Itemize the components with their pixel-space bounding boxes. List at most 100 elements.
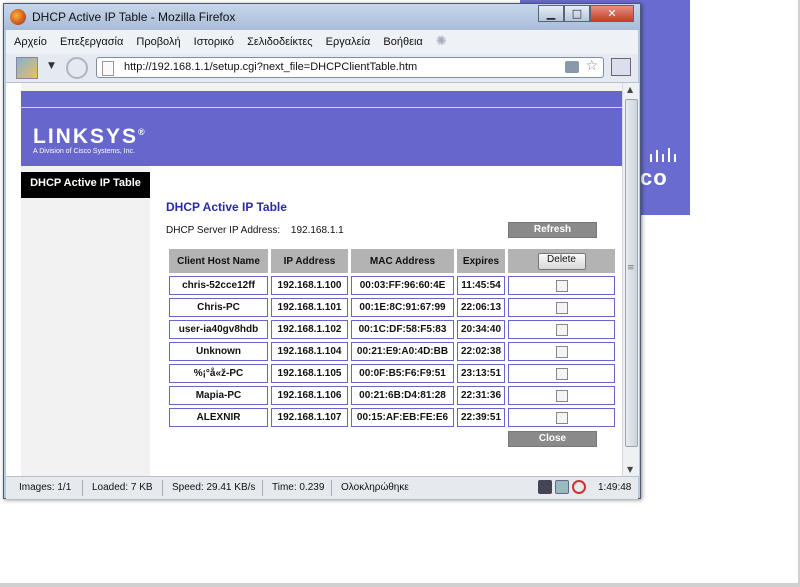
table-row: Mapia-PC 192.168.1.106 00:21:6B:D4:81:28 22… (169, 386, 615, 405)
history-dropdown-icon[interactable]: ▼ (48, 61, 55, 71)
menu-bookmarks[interactable]: Σελιδοδείκτες (247, 30, 312, 54)
menu-tools[interactable]: Εργαλεία (326, 30, 371, 54)
cell-expires: 22:31:36 (457, 386, 505, 405)
reload-icon[interactable] (66, 57, 88, 79)
table-row: Unknown 192.168.1.104 00:21:E9:A0:4D:BB 22:… (169, 342, 615, 361)
linksys-banner: LINKSYS® A Division of Cisco Systems, In… (21, 91, 622, 166)
scrollbar-grip-icon: ≡ (627, 263, 635, 273)
close-button[interactable]: Close (508, 431, 597, 447)
window-title: DHCP Active IP Table - Mozilla Firefox (32, 10, 236, 24)
menu-edit[interactable]: Επεξεργασία (60, 30, 123, 54)
delete-checkbox[interactable] (555, 323, 568, 336)
column-header-mac: MAC Address (351, 249, 454, 273)
bookmark-star-icon[interactable]: ☆ (585, 58, 598, 74)
cisco-bars-icon (650, 148, 676, 162)
cell-mac: 00:0F:B5:F6:F9:51 (351, 364, 454, 383)
cell-mac: 00:03:FF:96:60:4E (351, 276, 454, 295)
title-bar[interactable]: DHCP Active IP Table - Mozilla Firefox ▁… (4, 4, 640, 30)
url-text[interactable]: http://192.168.1.1/setup.cgi?next_file=D… (124, 61, 417, 73)
menu-file[interactable]: Αρχείο (14, 30, 47, 54)
delete-button[interactable]: Delete (537, 252, 586, 270)
cell-ip: 192.168.1.100 (271, 276, 348, 295)
refresh-button[interactable]: Refresh (508, 222, 597, 238)
status-speed: Speed: 29.41 KB/s (172, 482, 256, 493)
dhcp-client-table: Client Host Name IP Address MAC Address … (166, 246, 618, 430)
table-row: user-ia40gv8hdb 192.168.1.102 00:1C:DF:58:… (169, 320, 615, 339)
column-header-delete: Delete (508, 249, 615, 273)
table-row: chris-52cce12ff 192.168.1.100 00:03:FF:96:… (169, 276, 615, 295)
pages-icon[interactable] (611, 58, 631, 76)
logo-subtitle: A Division of Cisco Systems, Inc. (33, 148, 135, 155)
delete-checkbox[interactable] (555, 301, 568, 314)
cell-host: Chris-PC (169, 298, 268, 317)
clock-icon[interactable] (572, 480, 586, 494)
page-title: DHCP Active IP Table (166, 200, 287, 214)
cell-ip: 192.168.1.102 (271, 320, 348, 339)
maximize-button[interactable]: □ (564, 5, 590, 22)
cell-delete (508, 364, 615, 383)
vertical-scrollbar[interactable]: ▲ ≡ ▼ (622, 83, 639, 476)
menu-view[interactable]: Προβολή (136, 30, 180, 54)
table-row: %¡°å«ž-PC 192.168.1.105 00:0F:B5:F6:F9:51 2… (169, 364, 615, 383)
close-window-button[interactable]: ✕ (590, 5, 634, 22)
delete-checkbox[interactable] (555, 389, 568, 402)
scroll-up-icon[interactable]: ▲ (627, 85, 633, 94)
browser-window: DHCP Active IP Table - Mozilla Firefox ▁… (3, 3, 641, 499)
firefox-icon[interactable] (10, 9, 26, 25)
cell-delete (508, 386, 615, 405)
delete-checkbox[interactable] (555, 279, 568, 292)
delete-checkbox[interactable] (555, 345, 568, 358)
server-ip-label: DHCP Server IP Address: (166, 225, 281, 236)
banner-rule (21, 107, 622, 108)
back-history-icon[interactable] (16, 57, 38, 79)
menu-bar: Αρχείο Επεξεργασία Προβολή Ιστορικό Σελι… (6, 30, 638, 54)
logo-registered-mark: ® (138, 127, 145, 137)
cell-host: %¡°å«ž-PC (169, 364, 268, 383)
feed-icon[interactable] (565, 61, 579, 73)
status-clock: 1:49:48 (598, 482, 632, 493)
menu-history[interactable]: Ιστορικό (194, 30, 234, 54)
status-images: Images: 1/1 (19, 482, 72, 493)
navigation-toolbar: ▼ http://192.168.1.1/setup.cgi?next_file… (6, 54, 638, 83)
main-pane: DHCP Active IP Table DHCP Server IP Addr… (150, 166, 622, 476)
status-separator (331, 480, 332, 496)
cell-expires: 22:06:13 (457, 298, 505, 317)
menu-help[interactable]: Βοήθεια (383, 30, 422, 54)
cell-delete (508, 342, 615, 361)
cell-ip: 192.168.1.101 (271, 298, 348, 317)
status-time: Time: 0.239 (272, 482, 325, 493)
cell-host: Mapia-PC (169, 386, 268, 405)
cell-ip: 192.168.1.105 (271, 364, 348, 383)
cell-mac: 00:1E:8C:91:67:99 (351, 298, 454, 317)
column-header-host: Client Host Name (169, 249, 268, 273)
column-header-ip: IP Address (271, 249, 348, 273)
server-ip-line: DHCP Server IP Address: 192.168.1.1 (166, 225, 344, 236)
status-separator (82, 480, 83, 496)
page-icon (102, 61, 114, 76)
desktop-bottom-edge (0, 583, 800, 587)
status-separator (262, 480, 263, 496)
logo-text: LINKSYS (33, 125, 139, 148)
sidebar: DHCP Active IP Table (21, 166, 150, 476)
status-loaded: Loaded: 7 KB (92, 482, 153, 493)
addon-icon[interactable] (538, 480, 552, 494)
cell-delete (508, 408, 615, 427)
sidebar-tab-dhcp-table[interactable]: DHCP Active IP Table (21, 172, 150, 194)
cell-host: chris-52cce12ff (169, 276, 268, 295)
delete-checkbox[interactable] (555, 411, 568, 424)
status-icons (538, 480, 586, 494)
cell-expires: 23:13:51 (457, 364, 505, 383)
screen-icon[interactable] (555, 480, 569, 494)
cell-expires: 22:02:38 (457, 342, 505, 361)
status-bar: Images: 1/1 Loaded: 7 KB Speed: 29.41 KB… (6, 476, 638, 499)
delete-checkbox[interactable] (555, 367, 568, 380)
cell-delete (508, 298, 615, 317)
status-separator (162, 480, 163, 496)
scroll-down-icon[interactable]: ▼ (627, 465, 633, 474)
url-bar[interactable]: http://192.168.1.1/setup.cgi?next_file=D… (96, 57, 604, 78)
cell-expires: 22:39:51 (457, 408, 505, 427)
minimize-button[interactable]: ▁ (538, 5, 564, 22)
scrollbar-thumb[interactable] (625, 99, 638, 447)
cell-expires: 20:34:40 (457, 320, 505, 339)
table-row: Chris-PC 192.168.1.101 00:1E:8C:91:67:99 22… (169, 298, 615, 317)
